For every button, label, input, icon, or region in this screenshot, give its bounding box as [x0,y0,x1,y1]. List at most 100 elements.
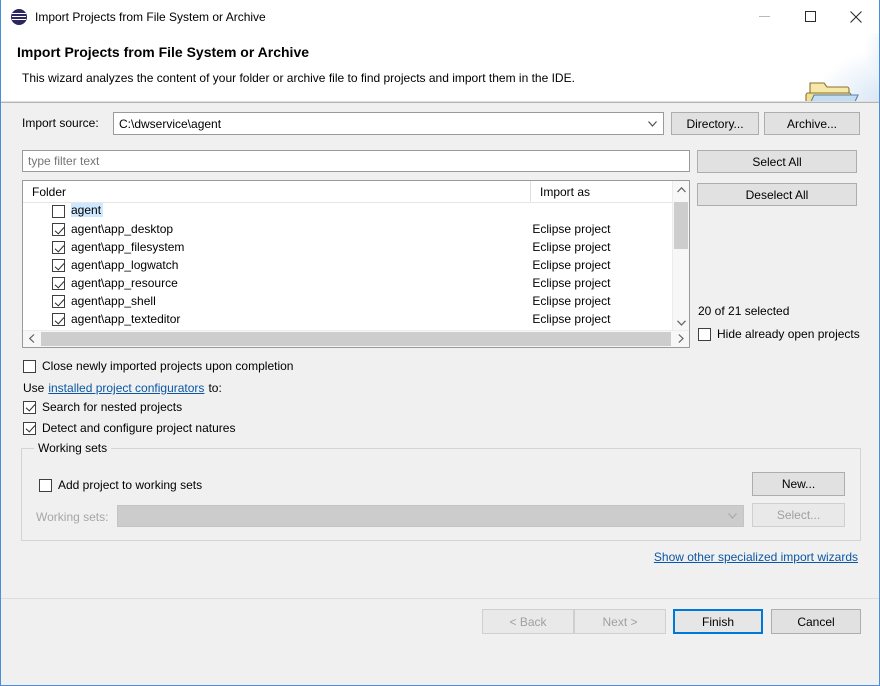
row-checkbox[interactable] [52,259,65,273]
scroll-right-icon[interactable] [672,331,689,346]
chevron-down-icon[interactable] [641,120,663,127]
row-folder-name: agent\app_shell [71,294,156,308]
select-working-set-button: Select... [752,503,845,527]
row-import-as: Eclipse project [532,240,611,254]
installed-configurators-link[interactable]: installed project configurators [48,381,204,395]
selection-count: 20 of 21 selected [698,304,790,318]
tree-header: Folder Import as [23,181,674,203]
specialized-wizards-link[interactable]: Show other specialized import wizards [654,550,858,564]
back-button: < Back [482,609,574,634]
chevron-down-icon-disabled [721,513,743,519]
projects-tree[interactable]: Folder Import as agent agent\app_desktop E… [22,180,690,348]
vertical-scroll-thumb[interactable] [674,202,688,249]
deselect-all-button[interactable]: Deselect All [697,183,857,206]
window-title: Import Projects from File System or Arch… [35,9,266,24]
import-source-row: Import source: C:\dwservice\agent Direct… [1,112,880,136]
row-checkbox-wrap [52,240,65,255]
table-row[interactable]: agent\app_texteditor Eclipse project [23,310,674,328]
footer-buttons: < Back Next > Finish Cancel [1,599,879,646]
working-sets-group-title: Working sets [34,441,112,455]
table-row[interactable]: agent\app_logwatch Eclipse project [23,256,674,274]
row-checkbox-wrap [52,294,65,309]
row-checkbox[interactable] [52,295,65,309]
row-checkbox-wrap [52,204,65,219]
row-checkbox-wrap [52,222,65,237]
row-folder-name: agent\app_resource [71,276,178,290]
import-source-combo[interactable]: C:\dwservice\agent [113,112,664,135]
detect-natures-row[interactable]: Detect and configure project natures [23,421,235,435]
wizard-header: Import Projects from File System or Arch… [1,33,879,102]
working-sets-combo [117,505,744,527]
row-checkbox-wrap [52,276,65,291]
row-checkbox[interactable] [52,205,65,219]
hide-open-projects-label: Hide already open projects [717,327,860,341]
row-checkbox[interactable] [52,223,65,237]
add-to-working-sets-checkbox[interactable] [39,478,52,492]
detect-natures-checkbox[interactable] [23,421,36,435]
page-description: This wizard analyzes the content of your… [22,71,575,85]
scroll-down-icon[interactable] [673,314,689,331]
folder-icon [805,82,859,101]
row-import-as: Eclipse project [532,222,611,236]
maximize-icon[interactable] [787,0,833,33]
row-folder-name: agent\app_filesystem [71,240,185,254]
archive-button[interactable]: Archive... [764,112,860,135]
finish-button[interactable]: Finish [673,609,763,634]
close-imported-checkbox[interactable] [23,359,36,373]
table-row[interactable]: agent\app_resource Eclipse project [23,274,674,292]
tree-vertical-scrollbar[interactable] [672,181,689,331]
table-row[interactable]: agent\app_shell Eclipse project [23,292,674,310]
use-prefix-label: Use [23,381,45,395]
cancel-button[interactable]: Cancel [771,609,861,634]
close-imported-label: Close newly imported projects upon compl… [42,359,294,373]
search-nested-checkbox[interactable] [23,400,36,414]
row-folder-name-selected: agent [71,202,104,217]
tree-rows: agent agent\app_desktop Eclipse project age… [23,202,674,331]
row-checkbox[interactable] [52,313,65,327]
scroll-up-icon[interactable] [673,181,689,198]
tree-horizontal-scrollbar[interactable] [23,330,689,347]
page-title: Import Projects from File System or Arch… [17,44,310,60]
new-working-set-button[interactable]: New... [752,472,845,496]
eclipse-icon [11,8,27,25]
scroll-left-icon[interactable] [23,331,40,346]
row-import-as: Eclipse project [532,294,611,308]
add-to-working-sets-row[interactable]: Add project to working sets [39,478,202,492]
directory-button[interactable]: Directory... [671,112,759,135]
add-to-working-sets-label: Add project to working sets [58,478,203,492]
working-sets-field-label: Working sets: [36,510,109,524]
search-nested-row[interactable]: Search for nested projects [23,400,182,414]
use-suffix-label: to: [208,381,222,395]
close-imported-row[interactable]: Close newly imported projects upon compl… [23,359,293,373]
row-folder-name: agent\app_logwatch [71,258,179,272]
column-header-import-as[interactable]: Import as [530,181,674,202]
minimize-icon[interactable] [741,0,787,33]
select-all-button[interactable]: Select All [697,150,857,173]
row-checkbox-wrap [52,312,65,327]
next-button: Next > [574,609,666,634]
row-import-as: Eclipse project [532,258,611,272]
row-import-as: Eclipse project [532,276,611,290]
window-controls [741,0,879,33]
filter-input[interactable] [22,150,690,172]
title-bar: Import Projects from File System or Arch… [1,0,879,33]
hide-open-projects-row[interactable]: Hide already open projects [698,327,860,341]
close-icon[interactable] [833,0,879,33]
working-sets-group: Working sets Add project to working sets… [21,441,861,541]
detect-natures-label: Detect and configure project natures [42,421,236,435]
dialog-body: Import source: C:\dwservice\agent Direct… [1,103,879,685]
table-row[interactable]: agent\app_desktop Eclipse project [23,220,674,238]
horizontal-scroll-thumb[interactable] [41,332,671,346]
row-checkbox[interactable] [52,277,65,291]
table-row[interactable]: agent\app_filesystem Eclipse project [23,238,674,256]
hide-open-projects-checkbox[interactable] [698,327,711,341]
row-folder-name: agent [71,202,523,220]
row-checkbox[interactable] [52,241,65,255]
row-checkbox-wrap [52,258,65,273]
column-header-folder[interactable]: Folder [23,181,530,202]
row-import-as: Eclipse project [532,312,611,326]
row-folder-name: agent\app_desktop [71,222,174,236]
table-row[interactable]: agent [23,202,674,220]
search-nested-label: Search for nested projects [42,400,183,414]
row-folder-name: agent\app_texteditor [71,312,181,326]
